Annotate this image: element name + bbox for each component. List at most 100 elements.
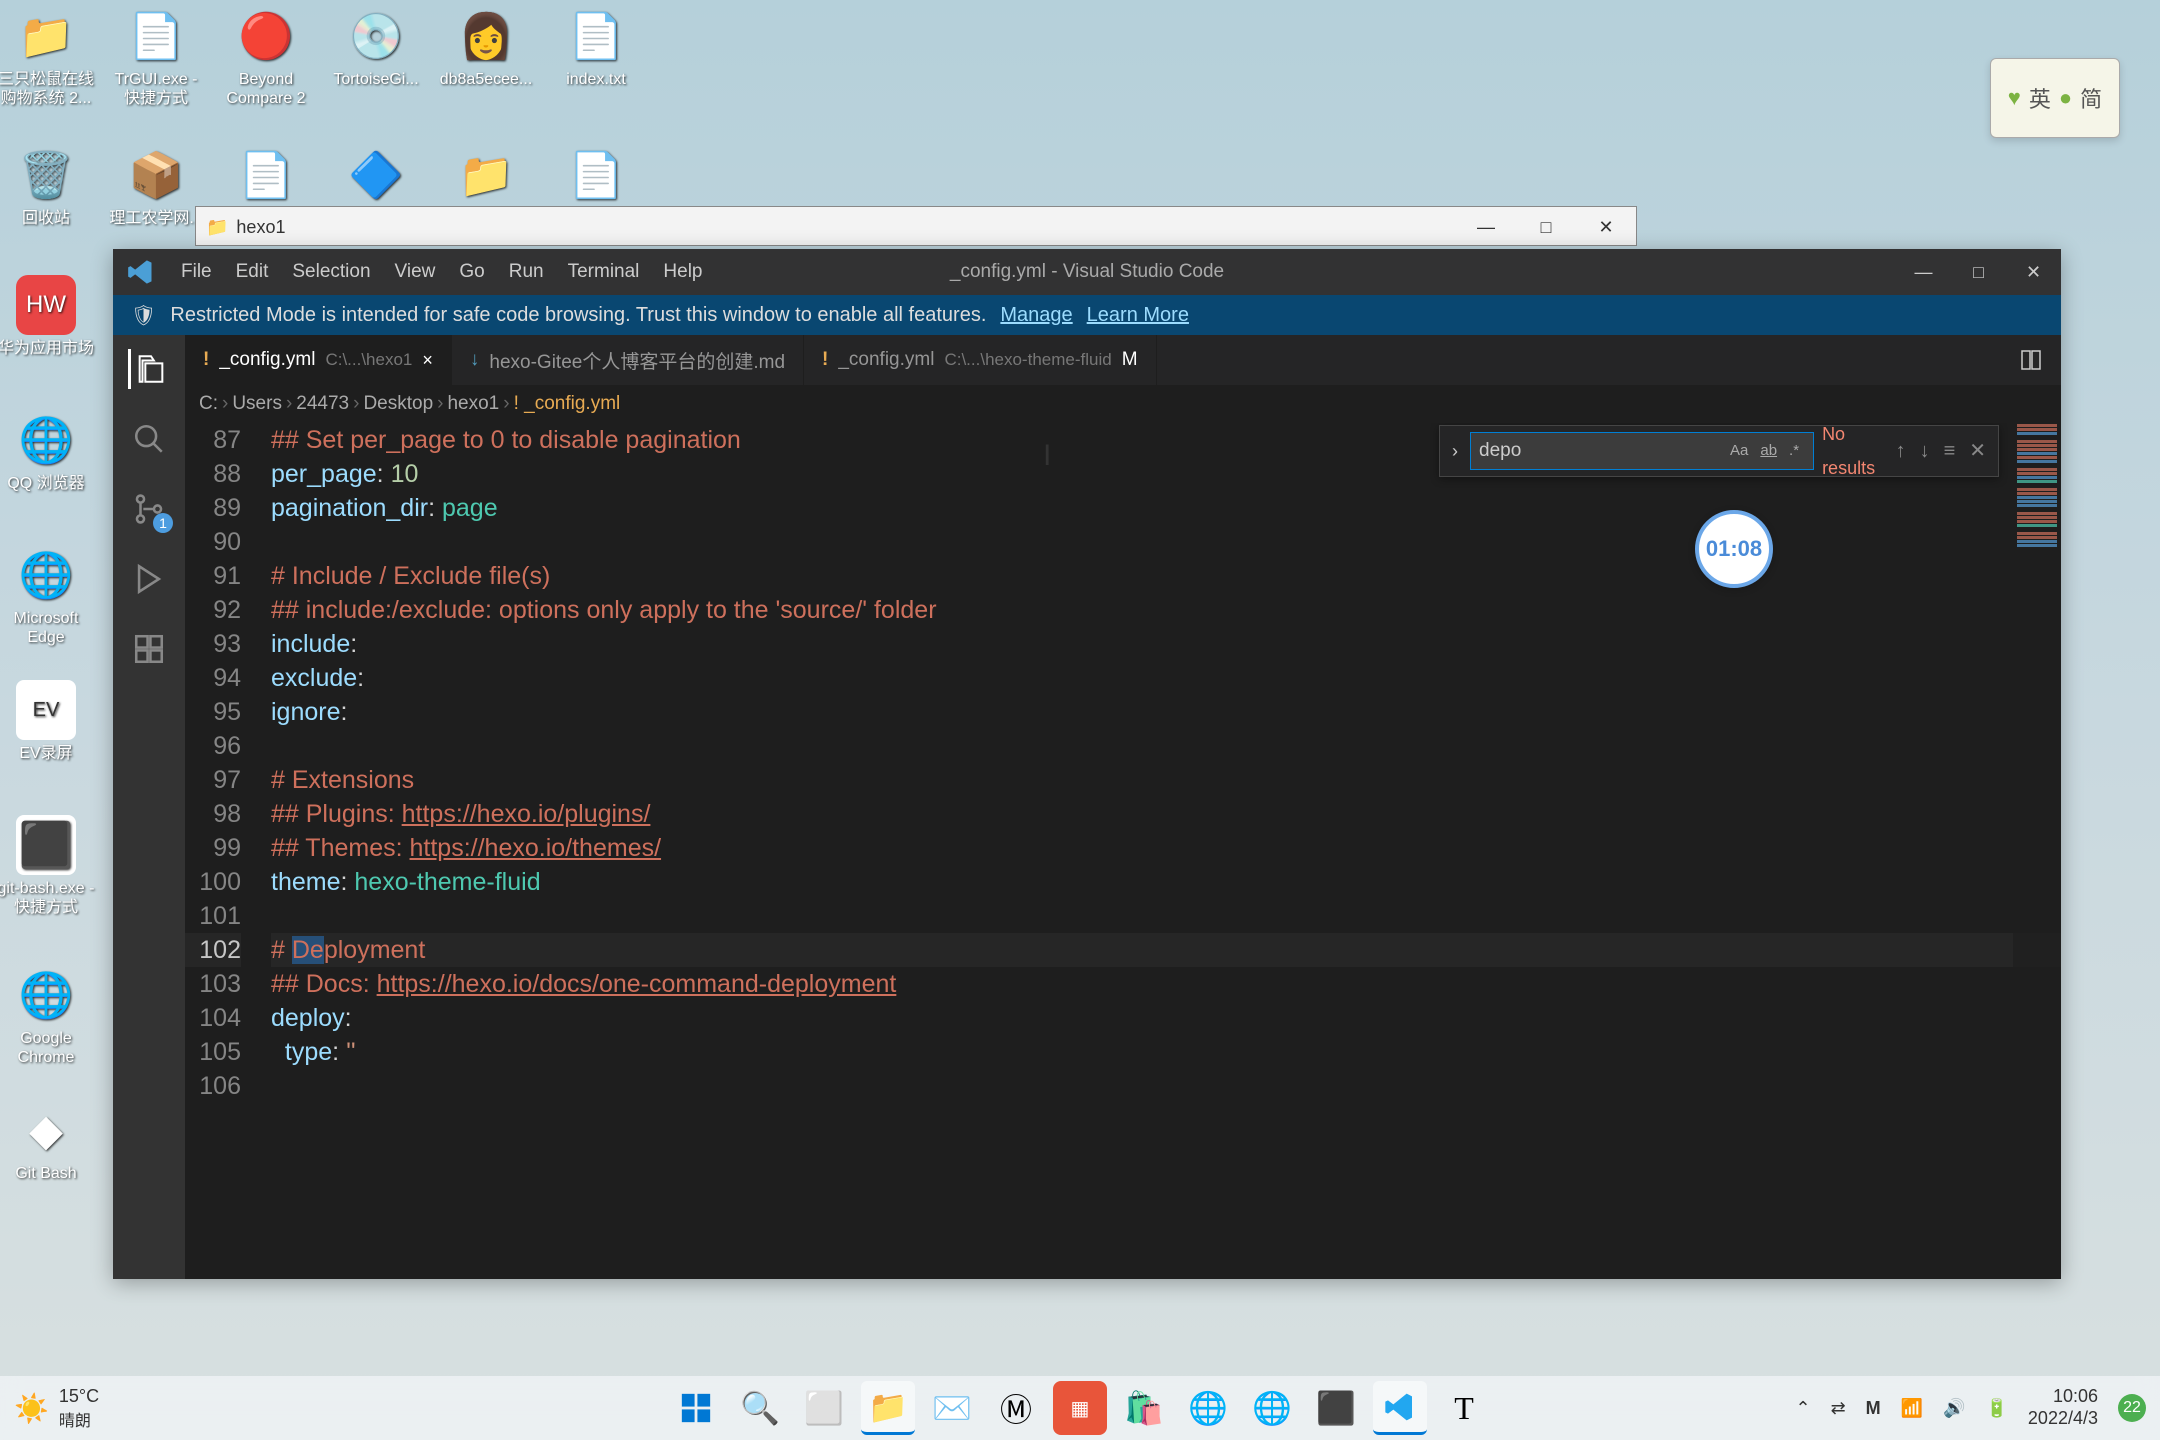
scm-badge: 1 [153, 513, 173, 533]
desktop-icon-trgui[interactable]: 📄TrGUI.exe - 快捷方式 [106, 6, 206, 108]
find-input[interactable] [1479, 440, 1724, 462]
desktop-icon-gitbash[interactable]: ◆Git Bash [0, 1100, 96, 1183]
start-button[interactable] [669, 1381, 723, 1435]
tab-actions[interactable] [2001, 335, 2061, 385]
find-widget: › Aa ab .* No results ↑ ↓ ≡ ✕ [1439, 425, 1999, 477]
vscode-window-title: _config.yml - Visual Studio Code [950, 261, 1224, 283]
tab-close-icon[interactable]: × [422, 350, 433, 371]
match-word-icon[interactable]: ab [1754, 431, 1783, 471]
regex-icon[interactable]: .* [1783, 431, 1805, 471]
heart-icon: ♥ [2008, 85, 2021, 111]
tab-path: C:\...\hexo1 [325, 350, 412, 370]
desktop-icon-qq[interactable]: 🌐QQ 浏览器 [0, 410, 96, 493]
tab-path: C:\...\hexo-theme-fluid [944, 350, 1111, 370]
menu-file[interactable]: File [169, 261, 224, 283]
menu-edit[interactable]: Edit [224, 261, 281, 283]
vscode-close[interactable]: ✕ [2006, 249, 2061, 295]
find-expand-icon[interactable]: › [1448, 434, 1462, 468]
explorer-icon[interactable] [128, 349, 168, 389]
taskbar-search[interactable]: 🔍 [733, 1381, 787, 1435]
extensions-icon[interactable] [129, 629, 169, 669]
explorer-title: 📁 hexo1 [206, 217, 285, 238]
tray-input-icon[interactable]: M [1866, 1398, 1881, 1419]
find-close-icon[interactable]: ✕ [1965, 434, 1990, 468]
ime-widget[interactable]: ♥ 英 ● 简 [1990, 58, 2120, 138]
taskbar-app3[interactable]: 🛍️ [1117, 1381, 1171, 1435]
tray-volume-icon[interactable]: 🔊 [1943, 1398, 1965, 1419]
taskbar-typora[interactable]: T [1437, 1381, 1491, 1435]
tray-chevron-icon[interactable]: ⌃ [1795, 1398, 1810, 1419]
taskbar-weather[interactable]: ☀️ 15°C 晴朗 [0, 1386, 99, 1431]
taskbar: ☀️ 15°C 晴朗 🔍 ⬜ 📁 ✉️ Ⓜ ▦ 🛍️ 🌐 🌐 ⬛ T ⌃ ⇄ M… [0, 1376, 2160, 1440]
find-results: No results [1822, 423, 1884, 485]
desktop-icon-recycle[interactable]: 🗑️回收站 [0, 145, 96, 228]
tab-config-hexo1[interactable]: ! _config.yml C:\...\hexo1 × [185, 335, 452, 385]
explorer-maximize[interactable]: □ [1526, 217, 1566, 238]
taskbar-taskview[interactable]: ⬜ [797, 1381, 851, 1435]
desktop-icon-folder[interactable]: 📁三只松鼠在线购物系统 2... [0, 6, 96, 108]
taskbar-vscode[interactable] [1373, 1381, 1427, 1435]
taskbar-explorer[interactable]: 📁 [861, 1381, 915, 1435]
search-icon[interactable] [129, 419, 169, 459]
explorer-window: 📁 hexo1 — □ ✕ [195, 206, 1637, 246]
menu-help[interactable]: Help [651, 261, 714, 283]
tray-battery-icon[interactable]: 🔋 [1986, 1398, 2008, 1419]
desktop-icon-tortoise[interactable]: 💿TortoiseGi... [326, 6, 426, 89]
menu-run[interactable]: Run [497, 261, 556, 283]
code-content[interactable]: ## Set per_page to 0 to disable paginati… [271, 423, 2061, 1279]
vscode-titlebar[interactable]: File Edit Selection View Go Run Terminal… [113, 249, 2061, 295]
menu-terminal[interactable]: Terminal [556, 261, 652, 283]
explorer-close[interactable]: ✕ [1586, 217, 1626, 238]
tab-name: _config.yml [219, 349, 315, 371]
taskbar-terminal[interactable]: ⬛ [1309, 1381, 1363, 1435]
taskbar-app2[interactable]: ▦ [1053, 1381, 1107, 1435]
taskbar-tray: ⌃ ⇄ M 📶 🔊 🔋 10:06 2022/4/3 22 [1795, 1386, 2146, 1429]
vscode-minimize[interactable]: — [1896, 249, 1951, 295]
desktop-icon-txt[interactable]: 📄 [546, 145, 646, 209]
find-prev-icon[interactable]: ↑ [1892, 434, 1910, 468]
vscode-maximize[interactable]: □ [1951, 249, 2006, 295]
taskbar-app4[interactable]: 🌐 [1181, 1381, 1235, 1435]
minimap[interactable] [2013, 423, 2061, 1279]
desktop-icon-doc[interactable]: 📄 [216, 145, 316, 209]
run-icon[interactable] [129, 559, 169, 599]
editor-tabs: ! _config.yml C:\...\hexo1 × ↓ hexo-Gite… [185, 335, 2061, 385]
tray-ime-icon[interactable]: ⇄ [1831, 1398, 1846, 1419]
tray-clock[interactable]: 10:06 2022/4/3 [2028, 1386, 2098, 1429]
desktop-icon-rar[interactable]: 📦理工农学网... [106, 145, 206, 228]
find-next-icon[interactable]: ↓ [1916, 434, 1934, 468]
tab-name: hexo-Gitee个人博客平台的创建.md [489, 347, 785, 374]
menu-go[interactable]: Go [447, 261, 496, 283]
code-editor[interactable]: 8788899091929394959697989910010110210310… [185, 423, 2061, 1279]
breadcrumb[interactable]: C:› Users› 24473› Desktop› hexo1› ! _con… [185, 385, 2061, 423]
tab-config-fluid[interactable]: ! _config.yml C:\...\hexo-theme-fluid M [804, 335, 1157, 385]
explorer-minimize[interactable]: — [1466, 217, 1506, 238]
taskbar-chrome[interactable]: 🌐 [1245, 1381, 1299, 1435]
desktop-icon-chrome[interactable]: 🌐Google Chrome [0, 965, 96, 1067]
desktop-icon-edge[interactable]: 🌐Microsoft Edge [0, 545, 96, 647]
menu-view[interactable]: View [383, 261, 448, 283]
desktop-icon-indextxt[interactable]: 📄index.txt [546, 6, 646, 89]
markdown-icon: ↓ [470, 349, 480, 371]
manage-link[interactable]: Manage [1000, 304, 1072, 327]
taskbar-app1[interactable]: Ⓜ [989, 1381, 1043, 1435]
find-selection-icon[interactable]: ≡ [1940, 434, 1960, 468]
shield-icon: 🛡 [131, 303, 156, 328]
desktop-icon-ev[interactable]: EVEV录屏 [0, 680, 96, 763]
taskbar-mail[interactable]: ✉️ [925, 1381, 979, 1435]
desktop-icon-gitbash-exe[interactable]: ⬛git-bash.exe - 快捷方式 [0, 815, 96, 917]
tab-hexo-gitee-md[interactable]: ↓ hexo-Gitee个人博客平台的创建.md [452, 335, 804, 385]
desktop-icon-huawei[interactable]: HW华为应用市场 [0, 275, 96, 358]
desktop-icon-image[interactable]: 👩db8a5ecee... [436, 6, 536, 89]
desktop-icon-app[interactable]: 🔷 [326, 145, 426, 209]
learn-more-link[interactable]: Learn More [1087, 304, 1189, 327]
desktop-icon-folder2[interactable]: 📁 [436, 145, 536, 209]
menu-selection[interactable]: Selection [280, 261, 382, 283]
match-case-icon[interactable]: Aa [1724, 431, 1754, 471]
timer-overlay[interactable]: 01:08 [1695, 510, 1773, 588]
desktop-icon-bc[interactable]: 🔴Beyond Compare 2 [216, 6, 316, 108]
find-input-wrapper: Aa ab .* [1470, 432, 1814, 470]
source-control-icon[interactable]: 1 [129, 489, 169, 529]
tray-wifi-icon[interactable]: 📶 [1901, 1398, 1923, 1419]
tray-notification-badge[interactable]: 22 [2118, 1394, 2146, 1422]
